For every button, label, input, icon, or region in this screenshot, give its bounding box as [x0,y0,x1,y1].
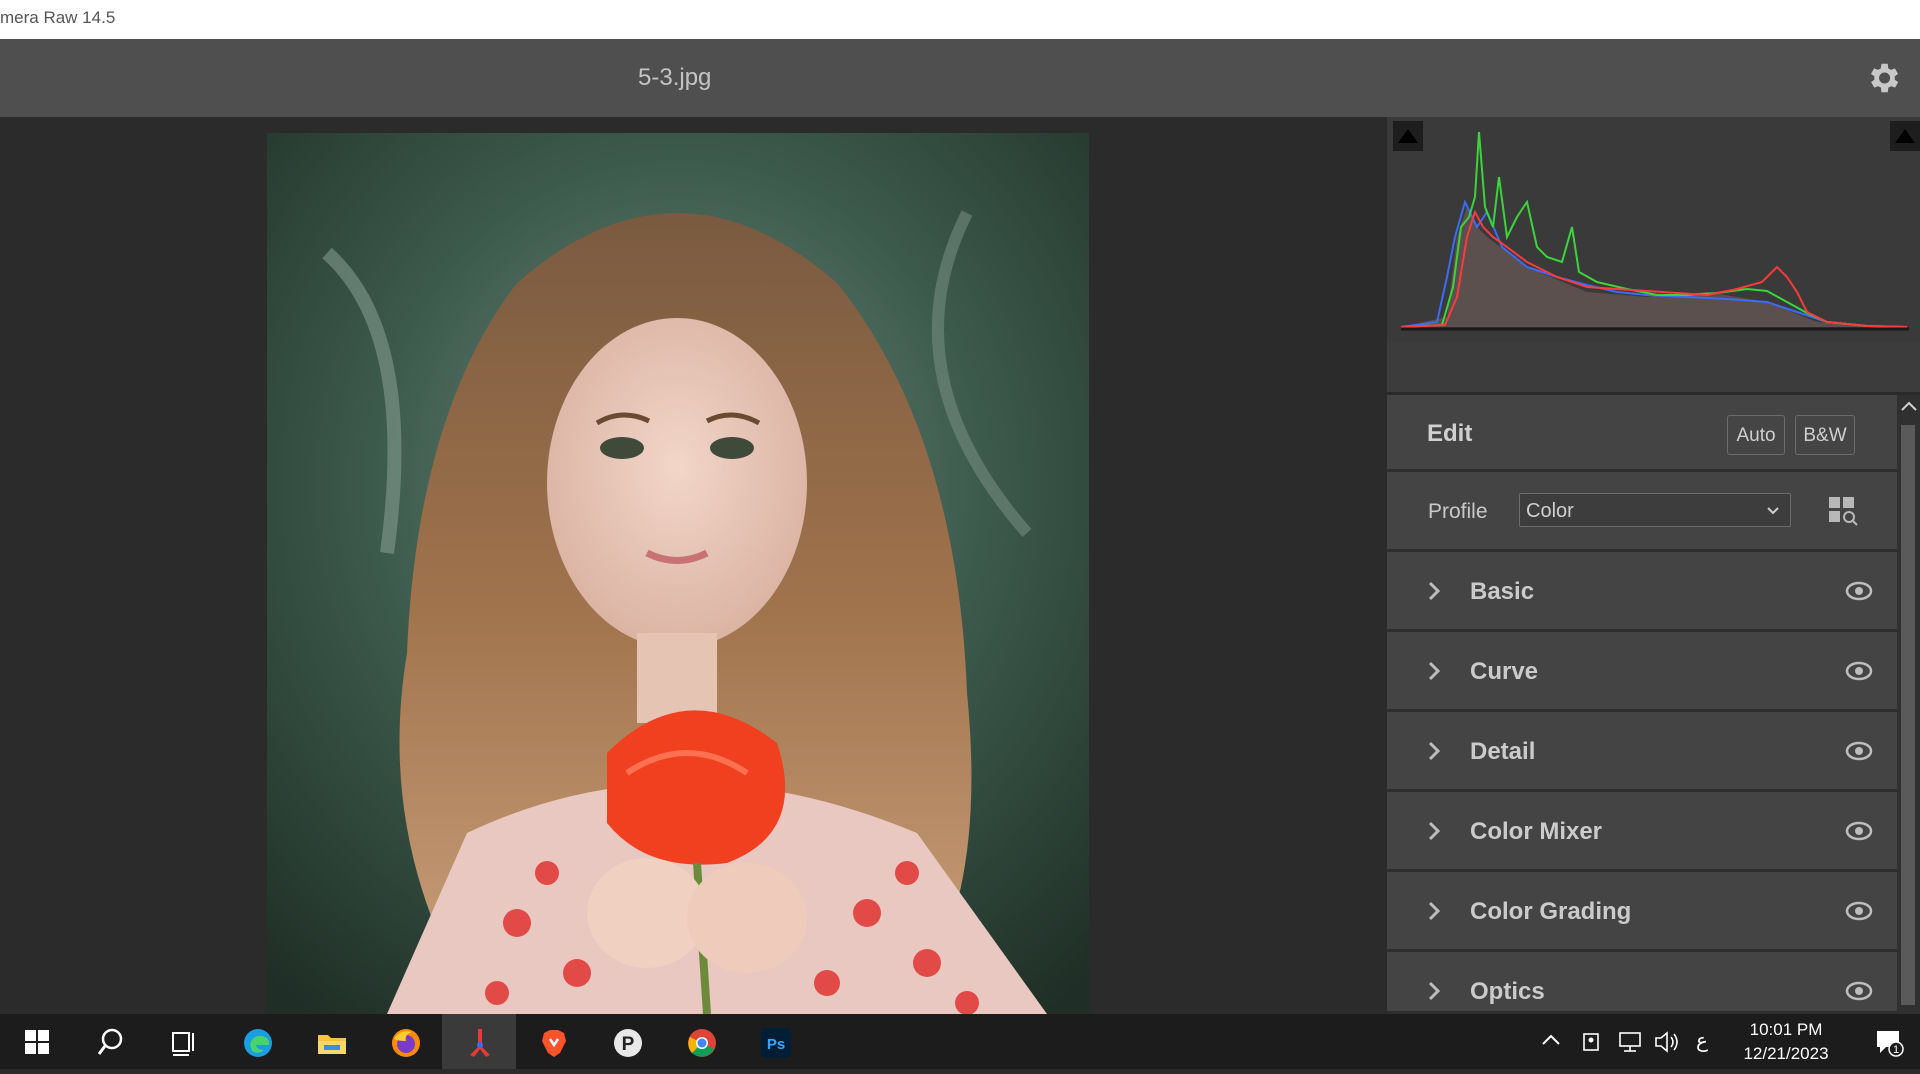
volume-icon[interactable] [1652,1014,1686,1069]
p-app-label: P [622,1034,635,1055]
section-color-mixer[interactable]: Color Mixer [1387,792,1897,872]
image-info-strip [1387,342,1920,395]
grid-search-icon[interactable] [1827,495,1859,527]
chevron-up-icon[interactable] [1899,397,1919,417]
scrollbar-thumb[interactable] [1901,425,1915,1005]
section-color-grading[interactable]: Color Grading [1387,872,1897,952]
edge-icon[interactable] [220,1014,294,1069]
chevron-right-icon [1425,978,1443,1004]
profile-select[interactable]: Color [1519,493,1791,527]
taskbar-clock[interactable]: 10:01 PM 12/21/2023 [1726,1018,1846,1066]
windows-taskbar: P Ps ع 10:01 PM 12/21/2023 1 [0,1014,1920,1069]
bw-button[interactable]: B&W [1795,415,1855,455]
profile-row: Profile Color [1387,472,1897,552]
section-label: Color Mixer [1470,818,1603,845]
section-basic[interactable]: Basic [1387,552,1897,632]
gear-icon[interactable] [1864,59,1902,97]
clock-date: 12/21/2023 [1743,1044,1829,1063]
section-optics[interactable]: Optics [1387,952,1897,1014]
search-icon[interactable] [74,1014,148,1069]
section-curve[interactable]: Curve [1387,632,1897,712]
meet-now-icon[interactable] [1580,1014,1610,1069]
camera-raw-header: 5-3.jpg [0,39,1920,117]
eye-icon[interactable] [1845,980,1873,1002]
network-icon[interactable] [1614,1014,1648,1069]
eye-icon[interactable] [1845,580,1873,602]
chevron-right-icon [1425,898,1443,924]
notification-icon[interactable]: 1 [1874,1027,1904,1057]
p-app-icon[interactable]: P [590,1014,664,1069]
panel-scrollbar[interactable] [1897,395,1920,1014]
chevron-right-icon [1425,818,1443,844]
section-detail[interactable]: Detail [1387,712,1897,792]
auto-button[interactable]: Auto [1727,415,1785,455]
task-view-icon[interactable] [146,1014,220,1069]
chrome-icon[interactable] [664,1014,738,1069]
histogram [1387,117,1920,342]
active-app-icon[interactable] [442,1014,516,1069]
firefox-icon[interactable] [368,1014,442,1069]
chevron-up-icon[interactable] [1540,1014,1570,1069]
eye-icon[interactable] [1845,820,1873,842]
right-panel: Edit Auto B&W Profile Color Basic Curve … [1387,117,1920,1014]
file-name: 5-3.jpg [638,64,712,91]
edit-header: Edit Auto B&W [1387,395,1897,472]
section-label: Detail [1470,738,1536,765]
chevron-right-icon [1425,738,1443,764]
photoshop-label: Ps [767,1036,785,1053]
image-canvas[interactable] [0,117,1387,1014]
os-window-title: mera Raw 14.5 [0,0,1920,39]
eye-icon[interactable] [1845,740,1873,762]
chevron-down-icon [1766,494,1780,541]
profile-label: Profile [1428,500,1488,523]
section-label: Curve [1470,658,1539,685]
eye-icon[interactable] [1845,900,1873,922]
chevron-right-icon [1425,578,1443,604]
section-label: Basic [1470,578,1535,605]
photo-preview[interactable] [267,133,1089,1014]
input-language[interactable]: ع [1696,1014,1720,1069]
profile-select-value: Color [1526,500,1574,522]
file-explorer-icon[interactable] [294,1014,368,1069]
brave-icon[interactable] [516,1014,590,1069]
windows-start-icon[interactable] [0,1014,74,1069]
notification-count: 1 [1893,1044,1899,1056]
section-label: Color Grading [1470,898,1632,925]
eye-icon[interactable] [1845,660,1873,682]
clock-time: 10:01 PM [1749,1020,1823,1039]
chevron-right-icon [1425,658,1443,684]
edit-title: Edit [1427,420,1473,447]
photoshop-icon[interactable]: Ps [738,1014,812,1069]
